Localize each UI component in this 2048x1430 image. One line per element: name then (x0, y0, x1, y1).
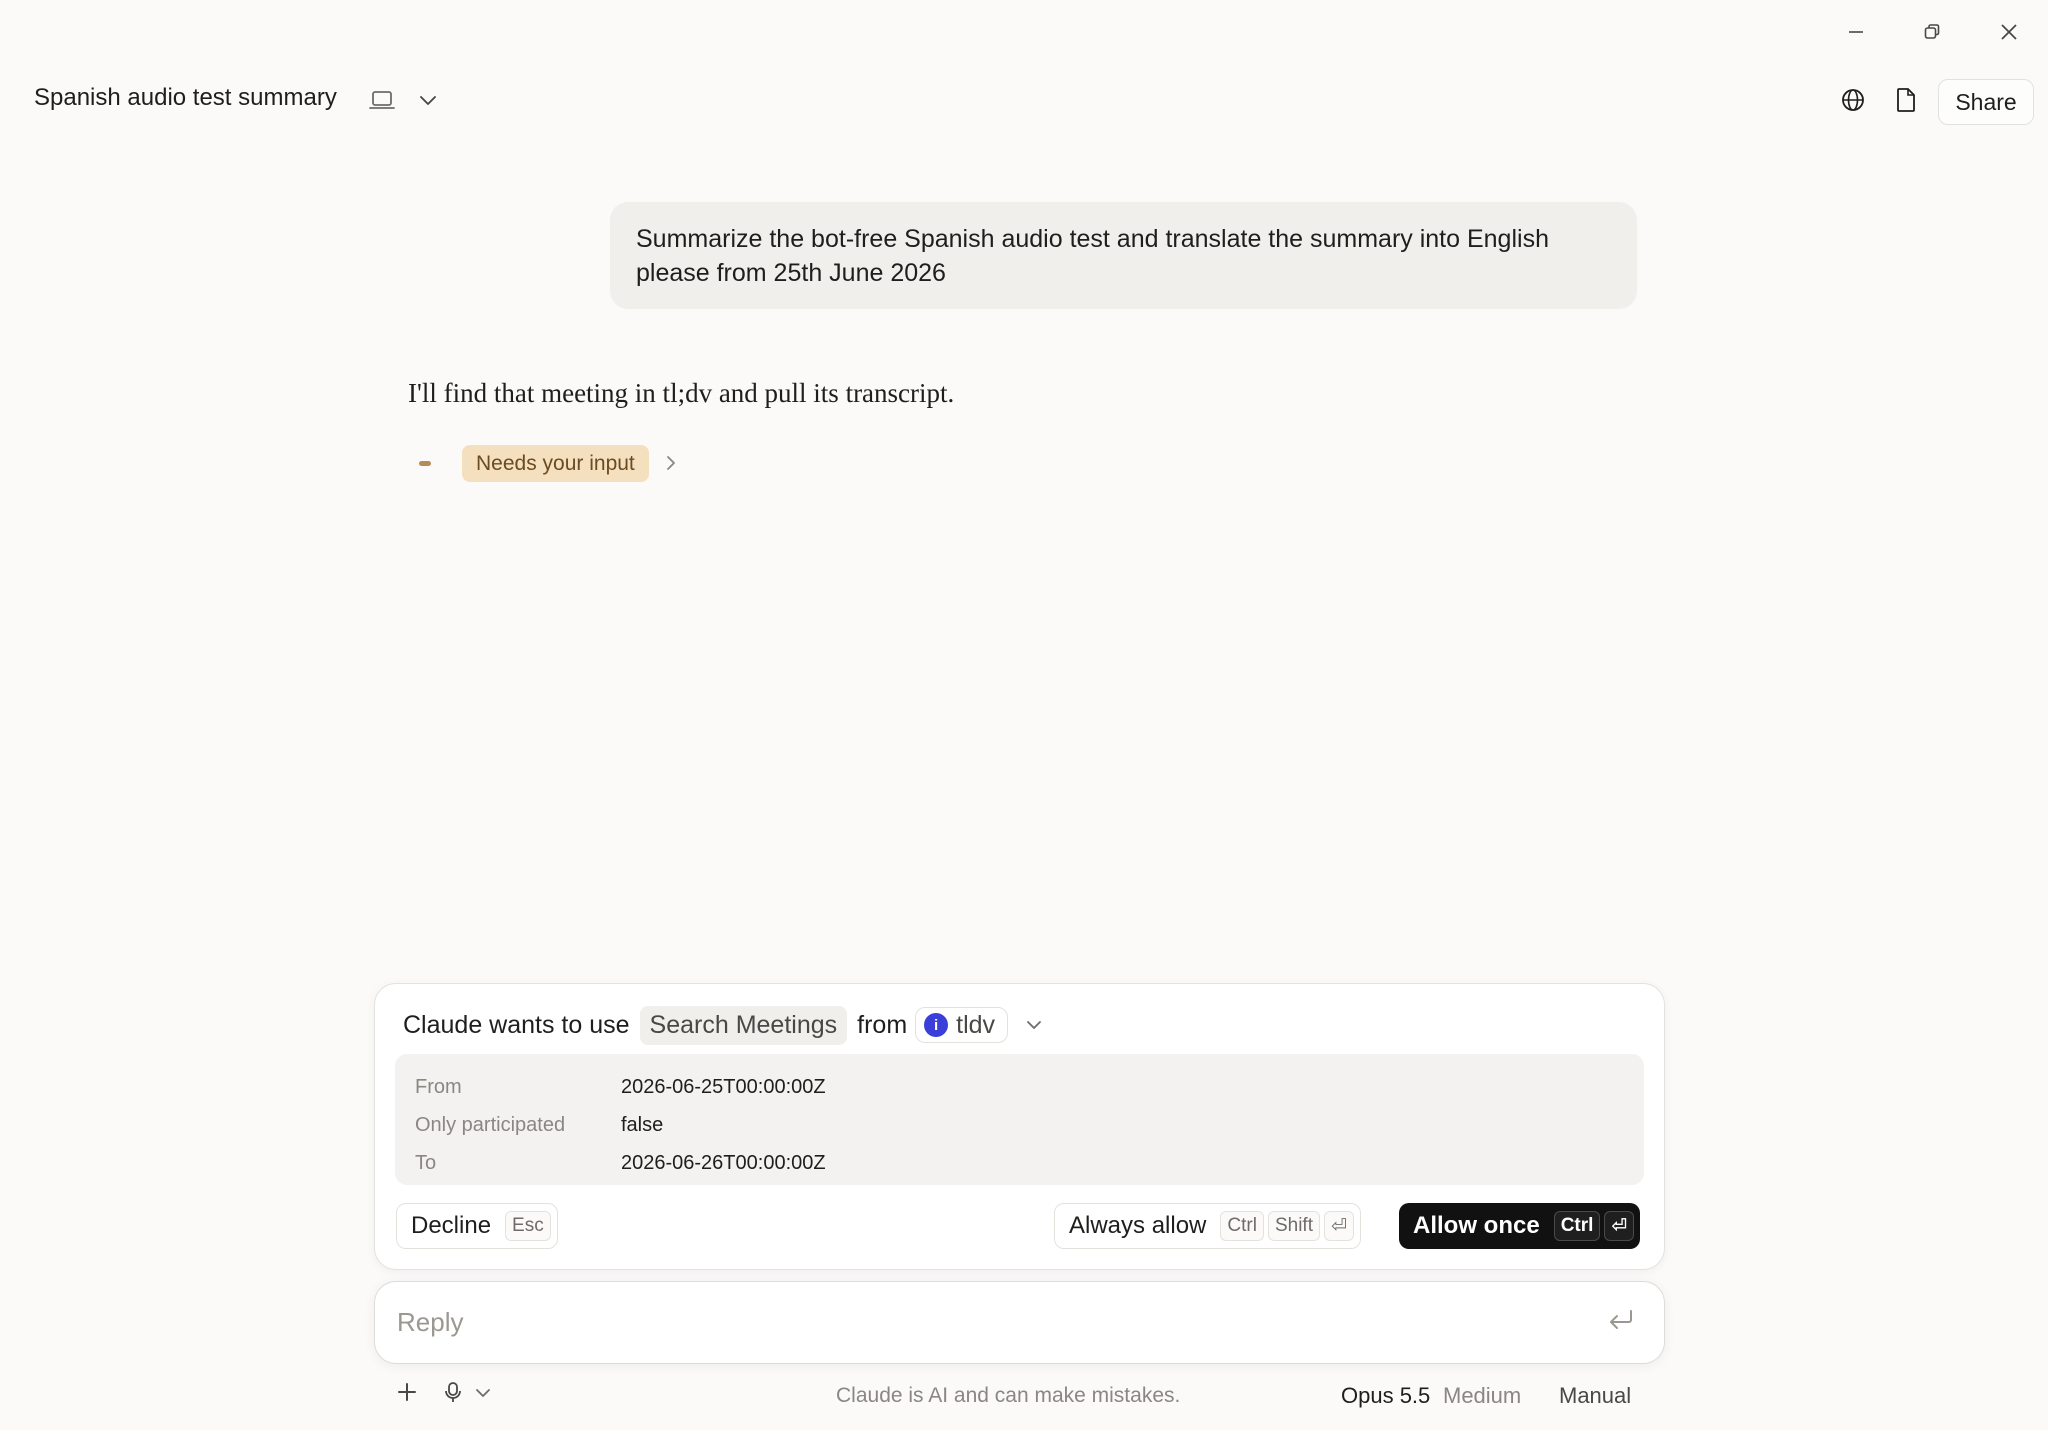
param-key: Only participated (415, 1113, 566, 1136)
expand-chevron-icon[interactable] (1024, 1015, 1044, 1035)
share-button[interactable]: Share (1938, 79, 2034, 125)
user-message: Summarize the bot-free Spanish audio tes… (610, 202, 1637, 309)
disclaimer-text: Claude is AI and can make mistakes. (836, 1384, 1181, 1407)
shortcut-key: Ctrl (1220, 1211, 1264, 1241)
plus-icon[interactable] (395, 1380, 419, 1404)
send-return-icon[interactable] (1607, 1307, 1635, 1333)
globe-icon[interactable] (1835, 82, 1871, 118)
assistant-message: I'll find that meeting in tl;dv and pull… (408, 378, 955, 408)
shortcut-key: Esc (505, 1211, 551, 1241)
restore-icon[interactable] (1914, 14, 1950, 50)
pending-indicator (419, 461, 431, 466)
allow-once-button[interactable]: Allow once Ctrl ⏎ (1399, 1203, 1641, 1249)
chevron-down-icon[interactable] (474, 1384, 492, 1402)
permission-prefix: Claude wants to use (403, 1010, 630, 1039)
decline-label: Decline (411, 1212, 492, 1239)
param-value: false (621, 1113, 664, 1136)
mode-selector[interactable]: Manual (1559, 1383, 1631, 1409)
shortcut-key: Ctrl (1553, 1211, 1601, 1241)
model-selector[interactable]: Opus 5.5 (1341, 1383, 1430, 1409)
param-row: From 2026-06-25T00:00:00Z (415, 1068, 1624, 1106)
decline-button[interactable]: Decline Esc (396, 1203, 558, 1249)
effort-selector[interactable]: Medium (1443, 1383, 1521, 1409)
tool-params: From 2026-06-25T00:00:00Z Only participa… (395, 1054, 1644, 1185)
document-icon[interactable] (1888, 82, 1924, 118)
needs-input-badge[interactable]: Needs your input (462, 445, 649, 482)
param-row: To 2026-06-26T00:00:00Z (415, 1144, 1624, 1182)
reply-composer (374, 1281, 1665, 1364)
param-value: 2026-06-26T00:00:00Z (621, 1151, 826, 1174)
tool-permission-card: Claude wants to use Search Meetings from… (374, 983, 1665, 1270)
from-label: from (857, 1010, 908, 1039)
chevron-down-icon[interactable] (410, 82, 446, 118)
param-key: From (415, 1075, 462, 1098)
microphone-icon[interactable] (441, 1380, 465, 1404)
param-row: Only participated false (415, 1106, 1624, 1144)
conversation-title[interactable]: Spanish audio test summary (34, 84, 337, 112)
reply-input[interactable] (397, 1300, 1547, 1344)
server-name: tldv (956, 1010, 996, 1039)
param-value: 2026-06-25T00:00:00Z (621, 1075, 826, 1098)
allow-once-label: Allow once (1413, 1212, 1540, 1239)
shortcut-key: Shift (1267, 1211, 1320, 1241)
param-key: To (415, 1151, 437, 1174)
laptop-icon[interactable] (364, 82, 400, 118)
server-chip: i tldv (915, 1007, 1009, 1043)
permission-header: Claude wants to use Search Meetings from… (403, 1004, 1044, 1046)
minimize-icon[interactable] (1838, 14, 1874, 50)
shortcut-key: ⏎ (1604, 1211, 1635, 1241)
close-icon[interactable] (1991, 14, 2027, 50)
tool-name-chip: Search Meetings (639, 1005, 848, 1045)
always-allow-label: Always allow (1069, 1212, 1207, 1239)
always-allow-button[interactable]: Always allow Ctrl Shift ⏎ (1054, 1203, 1361, 1249)
chevron-right-icon[interactable] (663, 453, 679, 473)
shortcut-key: ⏎ (1323, 1211, 1354, 1241)
tldv-logo-icon: i (924, 1013, 949, 1037)
